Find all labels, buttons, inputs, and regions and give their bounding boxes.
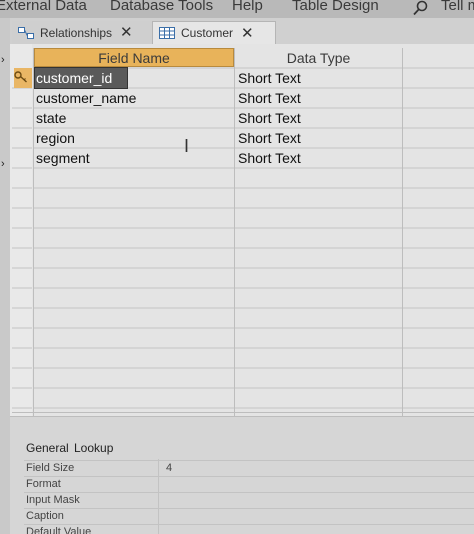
table-icon bbox=[159, 27, 175, 39]
field-name-cell[interactable]: segment bbox=[35, 148, 233, 168]
tab-lookup[interactable]: Lookup bbox=[74, 441, 113, 455]
property-row-caption[interactable]: Caption bbox=[24, 508, 474, 524]
field-name-cell[interactable]: customer_name bbox=[35, 88, 233, 108]
data-type-cell[interactable]: Short Text bbox=[236, 68, 402, 88]
table-design-grid[interactable]: Field Name Data Type customer_id Short T… bbox=[10, 44, 474, 416]
access-window: External Data Database Tools Help Table … bbox=[0, 0, 474, 534]
primary-key-icon bbox=[14, 71, 27, 83]
field-properties-pane: General Lookup Field Size 4 Format Input… bbox=[10, 416, 474, 534]
tell-me-box[interactable]: Tell m bbox=[441, 0, 474, 14]
property-row-input-mask[interactable]: Input Mask bbox=[24, 492, 474, 508]
menu-table-design[interactable]: Table Design bbox=[292, 0, 379, 14]
property-label: Input Mask bbox=[26, 494, 80, 506]
tab-relationships[interactable]: Relationships ✕ bbox=[12, 21, 152, 44]
data-type-cell[interactable]: Short Text bbox=[236, 148, 402, 168]
ribbon-menu: External Data Database Tools Help Table … bbox=[0, 0, 474, 19]
close-icon[interactable]: ✕ bbox=[241, 26, 254, 41]
chevron-right-icon: › bbox=[1, 54, 5, 66]
property-row-default-value[interactable]: Default Value bbox=[24, 524, 474, 534]
field-name-cell[interactable]: state bbox=[35, 108, 233, 128]
tab-relationships-label: Relationships bbox=[40, 25, 113, 40]
chevron-right-icon: › bbox=[1, 158, 5, 170]
property-label: Caption bbox=[26, 510, 64, 522]
menu-external-data[interactable]: External Data bbox=[0, 0, 87, 14]
menu-help[interactable]: Help bbox=[232, 0, 263, 14]
menu-database-tools[interactable]: Database Tools bbox=[110, 0, 213, 14]
tab-customer-label: Customer bbox=[181, 26, 234, 40]
close-icon[interactable]: ✕ bbox=[120, 25, 133, 40]
data-type-cell[interactable]: Short Text bbox=[236, 128, 402, 148]
field-name-cell[interactable]: region bbox=[35, 128, 233, 148]
relationships-icon bbox=[18, 26, 34, 39]
property-label: Default Value bbox=[26, 526, 92, 534]
tab-customer[interactable]: Customer ✕ bbox=[152, 21, 276, 44]
property-row-format[interactable]: Format bbox=[24, 476, 474, 492]
search-icon[interactable] bbox=[412, 0, 430, 16]
property-row-field-size[interactable]: Field Size 4 bbox=[24, 460, 474, 476]
text-cursor-icon: I bbox=[184, 136, 190, 156]
property-label: Format bbox=[26, 478, 61, 490]
tab-general[interactable]: General bbox=[26, 441, 69, 455]
data-type-cell[interactable]: Short Text bbox=[236, 108, 402, 128]
property-value[interactable]: 4 bbox=[166, 462, 172, 474]
column-header-field-name[interactable]: Field Name bbox=[34, 48, 234, 67]
data-type-cell[interactable]: Short Text bbox=[236, 88, 402, 108]
field-name-cell[interactable]: customer_id bbox=[34, 67, 128, 89]
property-label: Field Size bbox=[26, 462, 75, 474]
document-tabs: Relationships ✕ Customer ✕ bbox=[10, 18, 474, 44]
column-header-data-type[interactable]: Data Type bbox=[235, 48, 402, 67]
